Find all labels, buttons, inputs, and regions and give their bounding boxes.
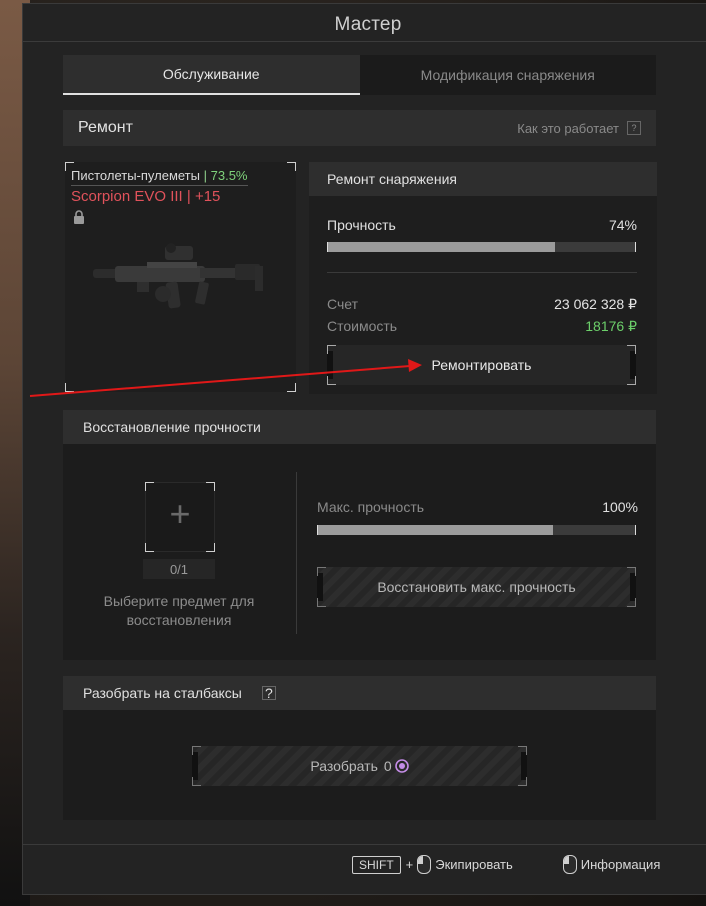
- corner-bracket: [317, 598, 326, 607]
- button-cap: [630, 351, 636, 379]
- footer-hints: SHIFT + Экипировать Информация: [352, 855, 660, 874]
- button-cap: [521, 752, 527, 780]
- corner-bracket: [627, 598, 636, 607]
- disassemble-title: Разобрать на сталбаксы: [83, 685, 242, 701]
- corner-bracket: [192, 746, 201, 755]
- durability-row: Прочность 74%: [327, 217, 637, 233]
- item-category-name: Пистолеты-пулеметы: [71, 168, 200, 183]
- durability-bar-fill: [328, 242, 556, 252]
- tab-maintenance[interactable]: Обслуживание: [63, 55, 360, 95]
- disassemble-section-header: Разобрать на сталбаксы ?: [63, 676, 656, 710]
- cost-label: Стоимость: [327, 318, 398, 334]
- corner-bracket: [287, 383, 296, 392]
- equipment-repair-header: Ремонт снаряжения: [309, 162, 657, 196]
- tab-bar: Обслуживание Модификация снаряжения: [63, 55, 656, 95]
- corner-bracket: [287, 162, 296, 171]
- vertical-divider: [296, 472, 297, 634]
- corner-bracket: [627, 567, 636, 576]
- durability-bar: [327, 242, 636, 252]
- cost-row: Стоимость 18176 ₽: [327, 318, 637, 335]
- corner-bracket: [518, 746, 527, 755]
- disassemble-button[interactable]: Разобрать 0: [192, 746, 527, 786]
- tab-equipment-modification[interactable]: Модификация снаряжения: [359, 55, 656, 95]
- corner-bracket: [206, 482, 215, 491]
- how-it-works-link[interactable]: Как это работает ?: [517, 121, 641, 136]
- mouse-icon: [562, 855, 577, 874]
- button-cap: [630, 573, 636, 601]
- item-category-percent: 73.5%: [210, 168, 248, 183]
- slot-count: 0/1: [143, 559, 215, 579]
- repair-title: Ремонт: [78, 119, 133, 136]
- button-cap: [192, 752, 198, 780]
- question-icon[interactable]: ?: [627, 121, 641, 135]
- account-label: Счет: [327, 296, 358, 312]
- durability-label: Прочность: [327, 217, 396, 233]
- disassemble-button-value: 0: [383, 758, 392, 774]
- mouse-left-icon: [417, 855, 432, 874]
- footer-divider: [23, 844, 706, 845]
- max-durability-label: Макс. прочность: [317, 499, 425, 515]
- corner-bracket: [518, 777, 527, 786]
- repair-section-header: Ремонт Как это работает ?: [63, 110, 656, 146]
- item-card[interactable]: Пистолеты-пулеметы | 73.5% Scorpion EVO …: [65, 162, 296, 392]
- account-row: Счет 23 062 328 ₽: [327, 296, 637, 313]
- info-hint: Информация: [580, 857, 661, 872]
- equipment-repair-panel: Ремонт снаряжения Прочность 74% Счет 23 …: [309, 162, 657, 394]
- max-durability-bar-fill: [318, 525, 553, 535]
- lock-icon: [74, 210, 84, 224]
- slot-hint: Выберите предмет для восстановления: [103, 593, 255, 628]
- button-cap: [317, 573, 323, 601]
- weapon-image: [93, 243, 263, 309]
- max-durability-bar: [317, 525, 636, 535]
- restore-max-durability-button[interactable]: Восстановить макс. прочность: [317, 567, 636, 607]
- title-divider: [23, 41, 706, 42]
- shift-key: SHIFT: [352, 855, 401, 874]
- repair-button[interactable]: Ремонтировать: [327, 345, 636, 385]
- disassemble-button-label: Разобрать: [310, 758, 378, 774]
- corner-bracket: [317, 567, 326, 576]
- question-icon[interactable]: ?: [261, 685, 276, 701]
- plus-icon: +: [169, 493, 191, 534]
- divider: [327, 272, 637, 273]
- repair-button-label: Ремонтировать: [431, 357, 532, 373]
- equip-hint: Экипировать: [435, 857, 513, 872]
- item-category: Пистолеты-пулеметы | 73.5%: [71, 168, 248, 186]
- restore-section-body: + 0/1 Выберите предмет для восстановлени…: [63, 444, 656, 660]
- corner-bracket: [145, 543, 154, 552]
- item-name: Scorpion EVO III | +15: [71, 188, 221, 205]
- corner-bracket: [327, 376, 336, 385]
- window-title: Мастер: [334, 14, 402, 35]
- account-value: 23 062 328 ₽: [554, 296, 637, 312]
- max-durability-value: 100%: [602, 499, 638, 515]
- plus-sign: +: [405, 857, 414, 872]
- corner-bracket: [65, 383, 74, 392]
- corner-bracket: [327, 345, 336, 354]
- restore-section-header: Восстановление прочности: [63, 410, 656, 444]
- cost-value: 18176 ₽: [585, 318, 637, 334]
- max-durability-row: Макс. прочность 100%: [317, 499, 638, 515]
- corner-bracket: [627, 345, 636, 354]
- corner-bracket: [627, 376, 636, 385]
- how-it-works-label: Как это работает: [517, 120, 619, 136]
- item-slot[interactable]: +: [145, 482, 215, 552]
- master-window: Мастер Обслуживание Модификация снаряжен…: [22, 3, 706, 895]
- corner-bracket: [206, 543, 215, 552]
- restore-button-label: Восстановить макс. прочность: [377, 579, 576, 595]
- disassemble-section-body: Разобрать 0: [63, 710, 656, 820]
- equipment-repair-title: Ремонт снаряжения: [327, 171, 457, 187]
- button-cap: [327, 351, 333, 379]
- item-category-separator: |: [203, 168, 207, 183]
- restore-title: Восстановление прочности: [83, 419, 261, 435]
- corner-bracket: [192, 777, 201, 786]
- corner-bracket: [145, 482, 154, 491]
- stalbucks-icon: [394, 759, 409, 773]
- durability-value: 74%: [608, 217, 637, 233]
